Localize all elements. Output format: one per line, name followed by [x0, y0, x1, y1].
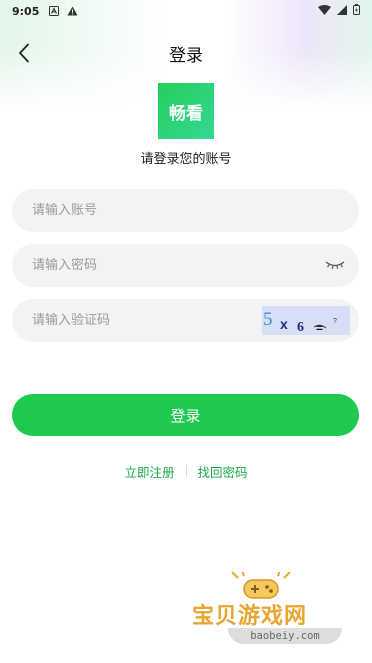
status-right-group — [318, 4, 360, 18]
captcha-image[interactable]: 5 x 6 = ? — [262, 306, 350, 335]
app-logo: 畅看 — [158, 83, 214, 139]
battery-icon — [353, 4, 360, 18]
account-field — [12, 189, 359, 232]
forgot-password-link[interactable]: 找回密码 — [198, 462, 248, 481]
auth-links: 立即注册 找回密码 — [0, 462, 372, 480]
account-input[interactable] — [32, 203, 339, 218]
svg-text:5: 5 — [263, 309, 273, 330]
svg-text:=: = — [316, 321, 323, 335]
password-input[interactable] — [32, 258, 339, 273]
signal-icon — [337, 4, 347, 18]
links-divider — [185, 465, 187, 477]
wifi-icon — [318, 4, 331, 18]
watermark-url: baobeiy.com — [228, 628, 342, 644]
warning-icon — [67, 6, 78, 16]
password-field — [12, 244, 359, 287]
status-time: 9:05 — [12, 4, 40, 18]
svg-text:x: x — [280, 316, 288, 332]
register-link[interactable]: 立即注册 — [124, 462, 174, 481]
app-logo-text: 畅看 — [169, 103, 203, 124]
login-button[interactable]: 登录 — [12, 394, 359, 436]
password-visibility-toggle[interactable] — [325, 257, 345, 273]
watermark-title: 宝贝游戏网 — [192, 604, 308, 629]
page-title: 登录 — [169, 46, 203, 66]
login-subtitle: 请登录您的账号 — [140, 152, 232, 167]
captcha-field: 5 x 6 = ? — [12, 299, 359, 342]
status-bar: 9:05 — [0, 0, 372, 22]
eye-closed-icon — [325, 261, 345, 269]
svg-text:6: 6 — [297, 320, 304, 335]
site-watermark: 宝贝游戏网 baobeiy.com — [192, 570, 372, 663]
svg-text:?: ? — [333, 318, 337, 325]
app-header: 登录 — [0, 36, 372, 70]
notification-a-icon — [49, 6, 60, 16]
